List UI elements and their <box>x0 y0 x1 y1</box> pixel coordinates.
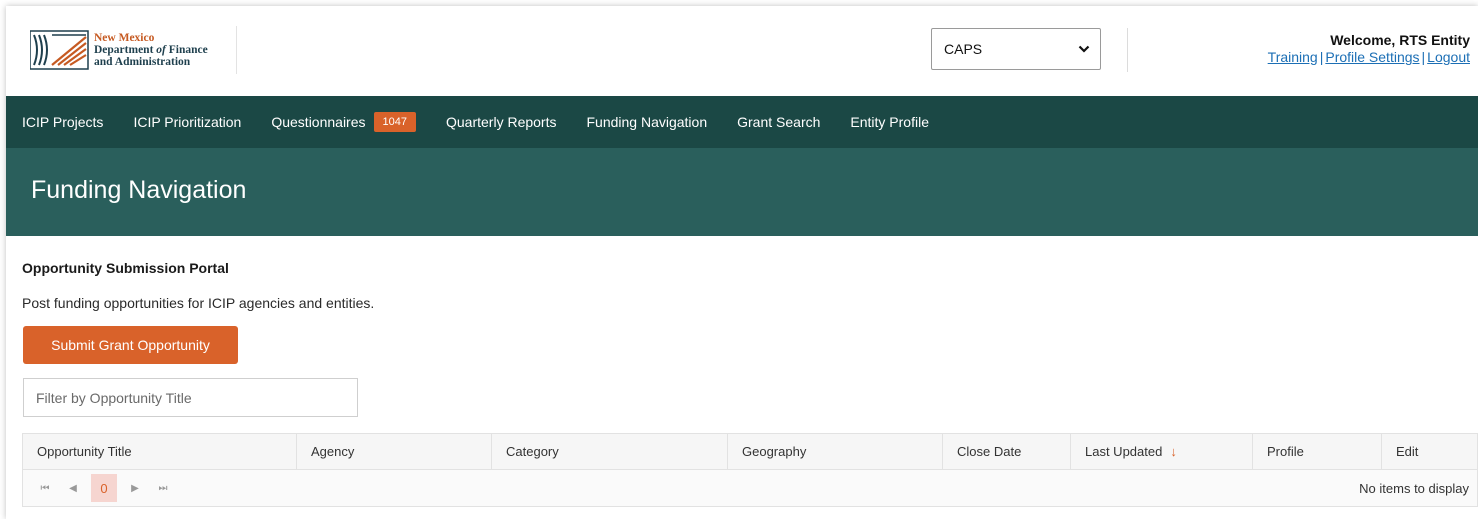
col-opportunity-title[interactable]: Opportunity Title <box>23 434 297 469</box>
empty-message: No items to display <box>1359 480 1469 496</box>
nav-icip-prioritization[interactable]: ICIP Prioritization <box>133 114 241 130</box>
chevron-down-icon <box>1078 45 1090 53</box>
col-category[interactable]: Category <box>492 434 728 469</box>
next-page-icon[interactable]: ▶ <box>121 474 149 502</box>
training-link[interactable]: Training <box>1268 49 1318 65</box>
nav-questionnaires[interactable]: Questionnaires 1047 <box>271 112 416 132</box>
logo-divider <box>236 26 237 74</box>
col-agency[interactable]: Agency <box>297 434 492 469</box>
submit-grant-opportunity-button[interactable]: Submit Grant Opportunity <box>23 326 238 364</box>
first-page-icon[interactable]: ⏮ <box>31 474 59 502</box>
col-last-updated[interactable]: Last Updated ↓ <box>1071 434 1253 469</box>
app-select[interactable]: CAPS <box>931 28 1101 70</box>
grid-header: Opportunity Title Agency Category Geogra… <box>23 434 1477 470</box>
sort-desc-icon: ↓ <box>1170 444 1177 459</box>
header-divider <box>1127 28 1128 72</box>
welcome-text: Welcome, RTS Entity <box>1330 32 1470 48</box>
page-title: Funding Navigation <box>31 176 247 204</box>
nav-quarterly-reports[interactable]: Quarterly Reports <box>446 114 556 130</box>
logo-text: New Mexico Department of Finance and Adm… <box>94 32 208 68</box>
logo-line-2: Department of Finance <box>94 44 208 56</box>
prev-page-icon[interactable]: ◀ <box>59 474 87 502</box>
page: New Mexico Department of Finance and Adm… <box>6 6 1478 519</box>
questionnaires-count-badge: 1047 <box>373 112 416 132</box>
user-panel: Welcome, RTS Entity Training | Profile Set… <box>1268 32 1470 66</box>
col-close-date[interactable]: Close Date <box>943 434 1071 469</box>
col-geography[interactable]: Geography <box>728 434 943 469</box>
section-description: Post funding opportunities for ICIP agen… <box>22 295 375 311</box>
header: New Mexico Department of Finance and Adm… <box>6 6 1478 96</box>
user-links: Training | Profile Settings | Logout <box>1267 49 1470 65</box>
opportunities-grid: Opportunity Title Agency Category Geogra… <box>22 433 1478 507</box>
nav-funding-navigation[interactable]: Funding Navigation <box>586 114 707 130</box>
col-edit[interactable]: Edit <box>1382 434 1477 469</box>
nav-grant-search[interactable]: Grant Search <box>737 114 820 130</box>
app-select-value: CAPS <box>944 41 983 57</box>
grid-pager: ⏮ ◀ 0 ▶ ⏭ No items to display <box>23 470 1477 506</box>
logout-link[interactable]: Logout <box>1427 49 1470 65</box>
filter-by-title-input[interactable] <box>23 378 358 417</box>
nav-icip-projects[interactable]: ICIP Projects <box>22 114 103 130</box>
nav-entity-profile[interactable]: Entity Profile <box>850 114 929 130</box>
dfa-logo[interactable]: New Mexico Department of Finance and Adm… <box>30 29 208 71</box>
col-profile[interactable]: Profile <box>1253 434 1382 469</box>
logo-line-1: New Mexico <box>94 32 155 44</box>
section-title: Opportunity Submission Portal <box>22 260 229 276</box>
main-nav: ICIP Projects ICIP Prioritization Questi… <box>6 96 1478 148</box>
page-banner: Funding Navigation <box>6 148 1478 236</box>
dfa-logo-icon <box>30 30 89 70</box>
profile-settings-link[interactable]: Profile Settings <box>1325 49 1419 65</box>
last-page-icon[interactable]: ⏭ <box>149 474 177 502</box>
logo-line-3: and Administration <box>94 56 191 68</box>
current-page[interactable]: 0 <box>91 474 117 502</box>
